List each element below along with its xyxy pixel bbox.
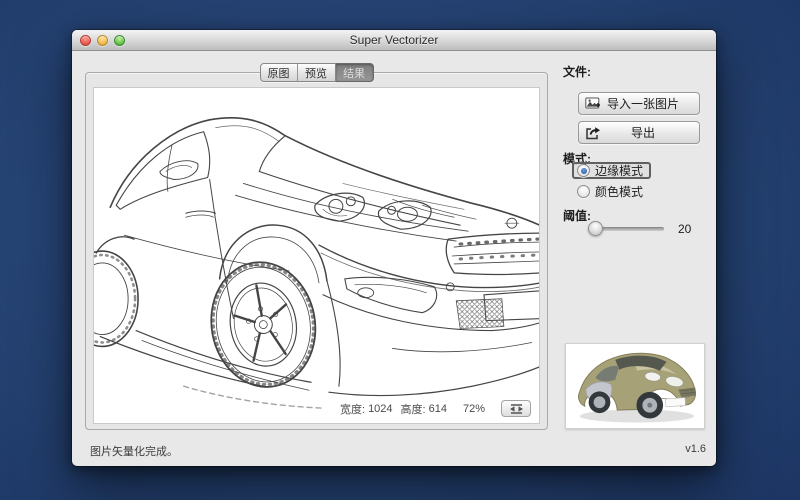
minimize-button[interactable]: [97, 35, 108, 46]
threshold-section-label: 阈值:: [563, 207, 591, 224]
radio-color-mode[interactable]: 颜色模式: [572, 183, 651, 200]
export-button[interactable]: 导出: [578, 121, 700, 144]
radio-edge-mode[interactable]: 边缘模式: [572, 162, 651, 179]
window-content: 原图 预览 结果: [72, 51, 716, 466]
import-image-icon: [585, 97, 601, 110]
titlebar[interactable]: Super Vectorizer: [72, 30, 716, 51]
status-bar: 图片矢量化完成。 v1.6: [90, 443, 706, 459]
window-title: Super Vectorizer: [72, 30, 716, 50]
tab-result[interactable]: 结果: [336, 63, 374, 82]
original-image-thumbnail: [565, 343, 705, 429]
close-button[interactable]: [80, 35, 91, 46]
radio-unselected-icon: [577, 185, 590, 198]
threshold-slider-row: 20: [588, 221, 691, 236]
window-controls: [80, 35, 125, 46]
radio-selected-icon: [577, 164, 590, 177]
export-icon: [585, 126, 601, 140]
width-label: 宽度:: [340, 401, 365, 417]
vectorized-car-drawing: [94, 88, 540, 424]
tab-preview[interactable]: 预览: [298, 63, 336, 82]
fit-to-window-icon: [509, 404, 524, 414]
import-button-label: 导入一张图片: [601, 95, 685, 112]
tab-original[interactable]: 原图: [260, 63, 298, 82]
sidebar: 文件: 导入一张图片 导出: [562, 51, 712, 466]
height-label: 高度:: [401, 401, 426, 417]
original-car-photo: [566, 344, 704, 428]
file-section-label: 文件:: [563, 63, 591, 80]
result-canvas[interactable]: 宽度: 1024 高度: 614 72%: [93, 87, 540, 424]
threshold-value: 20: [678, 222, 691, 236]
zoom-percent: 72%: [463, 403, 485, 415]
edge-mode-label: 边缘模式: [595, 162, 643, 179]
version-label: v1.6: [685, 443, 706, 459]
color-mode-label: 颜色模式: [595, 183, 643, 200]
fit-to-window-button[interactable]: [501, 400, 531, 417]
slider-thumb[interactable]: [588, 221, 603, 236]
status-message: 图片矢量化完成。: [90, 443, 178, 459]
tab-view-box: 原图 预览 结果: [85, 72, 548, 430]
height-value: 614: [429, 403, 447, 415]
export-button-label: 导出: [601, 124, 685, 141]
view-tabs: 原图 预览 结果: [260, 63, 374, 82]
import-image-button[interactable]: 导入一张图片: [578, 92, 700, 115]
app-window: Super Vectorizer 原图 预览 结果: [72, 30, 716, 466]
desktop-background: Super Vectorizer 原图 预览 结果: [0, 0, 800, 500]
width-value: 1024: [368, 403, 392, 415]
image-info-bar: 宽度: 1024 高度: 614 72%: [338, 399, 533, 418]
zoom-button[interactable]: [114, 35, 125, 46]
threshold-slider[interactable]: [588, 221, 664, 236]
